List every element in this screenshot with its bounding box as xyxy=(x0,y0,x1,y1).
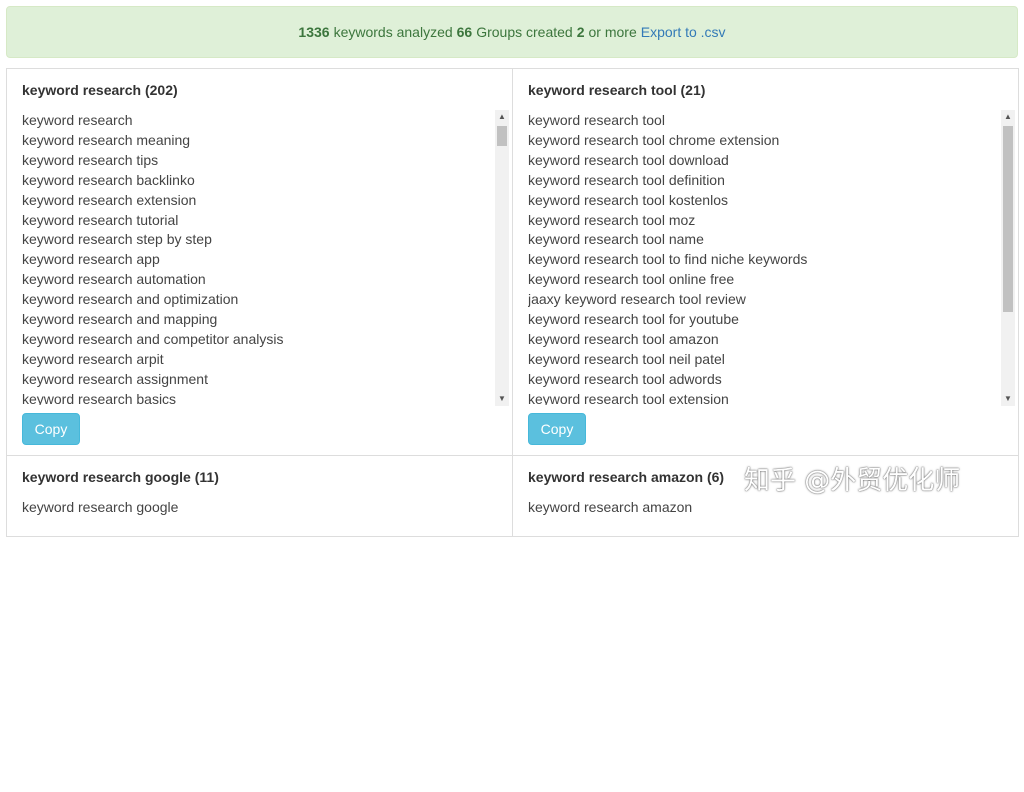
scroll-down-arrow-icon[interactable]: ▼ xyxy=(495,392,509,406)
list-item: keyword research automation xyxy=(22,271,206,288)
list-item: keyword research extension xyxy=(22,191,197,208)
groups-count: 66 xyxy=(456,24,473,40)
list-item: keyword research backlinko xyxy=(22,171,195,188)
list-item: keyword research tool definition xyxy=(528,171,725,188)
list-item: keyword research meaning xyxy=(22,131,191,148)
scroll-up-arrow-icon[interactable]: ▲ xyxy=(1001,110,1015,124)
min-text: or more xyxy=(588,24,637,40)
list-item: jaaxy keyword research tool review xyxy=(528,291,746,308)
group-title: keyword research tool (21) xyxy=(528,82,706,98)
keyword-list[interactable]: keyword research tool keyword research t… xyxy=(528,111,1016,405)
scroll-down-arrow-icon[interactable]: ▼ xyxy=(1001,392,1015,406)
list-item: keyword research and optimization xyxy=(22,291,239,308)
list-item: keyword research tool download xyxy=(528,151,729,168)
list-item: keyword research step by step xyxy=(22,231,212,248)
list-item: keyword research tool chrome extension xyxy=(528,131,780,148)
copy-button[interactable]: Copy xyxy=(528,413,586,445)
list-item: keyword research tool kostenlos xyxy=(528,191,728,208)
copy-button[interactable]: Copy xyxy=(22,413,80,445)
list-item: keyword research assignment xyxy=(22,370,208,387)
list-scrollbar[interactable]: ▲ ▼ xyxy=(495,110,509,406)
group-title: keyword research google (11) xyxy=(22,469,219,485)
scroll-up-arrow-icon[interactable]: ▲ xyxy=(495,110,509,124)
keyword-list[interactable]: keyword research google xyxy=(22,498,510,792)
scrollbar-thumb[interactable] xyxy=(497,126,507,146)
list-item: keyword research and mapping xyxy=(22,311,218,328)
list-item: keyword research xyxy=(22,112,133,128)
list-item: keyword research google xyxy=(22,499,179,515)
list-scrollbar[interactable]: ▲ ▼ xyxy=(1001,110,1015,406)
list-item: keyword research tips xyxy=(22,151,159,168)
list-item: keyword research tool to find niche keyw… xyxy=(528,251,808,268)
list-item: keyword research tool neil patel xyxy=(528,350,725,367)
list-item: keyword research tool name xyxy=(528,231,704,248)
keywords-text: keywords analyzed xyxy=(333,24,453,40)
group-title: keyword research (202) xyxy=(22,82,178,98)
list-item: keyword research tool moz xyxy=(528,211,696,228)
keyword-group-panel: keyword research google (11) keyword res… xyxy=(6,455,513,537)
list-item: keyword research tool amazon xyxy=(528,330,719,347)
list-item: keyword research tool extension xyxy=(528,390,729,405)
export-csv-link[interactable]: Export to .csv xyxy=(641,24,726,40)
list-item: keyword research arpit xyxy=(22,350,164,367)
keywords-count: 1336 xyxy=(298,24,330,40)
group-title: keyword research amazon (6) xyxy=(528,469,725,485)
watermark: 知乎 @外贸优化师 xyxy=(744,466,961,496)
list-item: keyword research basics xyxy=(22,390,177,405)
scrollbar-thumb[interactable] xyxy=(1003,126,1013,312)
list-item: keyword research tool adwords xyxy=(528,370,722,387)
groups-text: Groups created xyxy=(476,24,573,40)
list-item: keyword research amazon xyxy=(528,499,693,515)
list-item: keyword research and competitor analysis xyxy=(22,330,284,347)
keyword-group-panel: keyword research (202) keyword research … xyxy=(6,68,513,456)
keyword-group-panel: keyword research tool (21) keyword resea… xyxy=(512,68,1019,456)
list-item: keyword research tool online free xyxy=(528,271,735,288)
keyword-list[interactable]: keyword research keyword research meanin… xyxy=(22,111,510,405)
list-item: keyword research app xyxy=(22,251,160,268)
list-item: keyword research tool for youtube xyxy=(528,311,739,328)
min-count: 2 xyxy=(576,24,585,40)
status-banner: 1336 keywords analyzed 66 Groups created… xyxy=(6,6,1018,58)
list-item: keyword research tutorial xyxy=(22,211,179,228)
keyword-list[interactable]: keyword research amazon xyxy=(528,498,1016,792)
list-item: keyword research tool xyxy=(528,112,665,128)
